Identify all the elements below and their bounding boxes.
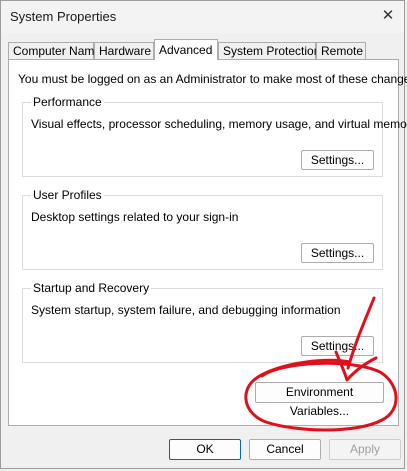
performance-settings-button[interactable]: Settings... <box>301 150 374 170</box>
admin-note: You must be logged on as an Administrato… <box>18 72 407 86</box>
window-title: System Properties <box>10 9 117 24</box>
tab-hardware[interactable]: Hardware <box>94 42 154 59</box>
performance-label: Performance <box>31 95 104 109</box>
close-icon[interactable]: ✕ <box>378 6 398 26</box>
tab-advanced[interactable]: Advanced <box>154 39 218 60</box>
startup-recovery-label: Startup and Recovery <box>31 281 152 295</box>
tab-system-protection[interactable]: System Protection <box>218 42 320 59</box>
user-profiles-group: User Profiles Desktop settings related t… <box>22 188 383 270</box>
user-profiles-settings-button[interactable]: Settings... <box>301 243 374 263</box>
startup-recovery-description: System startup, system failure, and debu… <box>31 303 341 317</box>
startup-recovery-settings-button[interactable]: Settings... <box>301 336 374 356</box>
user-profiles-label: User Profiles <box>31 188 104 202</box>
ok-button[interactable]: OK <box>169 439 241 460</box>
tab-computer-name[interactable]: Computer Name <box>8 42 101 59</box>
performance-description: Visual effects, processor scheduling, me… <box>31 117 407 131</box>
tab-remote[interactable]: Remote <box>316 42 366 59</box>
startup-recovery-group: Startup and Recovery System startup, sys… <box>22 281 383 363</box>
user-profiles-description: Desktop settings related to your sign-in <box>31 210 239 224</box>
performance-group: Performance Visual effects, processor sc… <box>22 95 407 177</box>
cancel-button[interactable]: Cancel <box>249 439 321 460</box>
apply-button[interactable]: Apply <box>329 439 401 460</box>
title-bar[interactable]: System Properties ✕ <box>1 1 404 33</box>
environment-variables-button[interactable]: Environment Variables... <box>255 382 384 418</box>
